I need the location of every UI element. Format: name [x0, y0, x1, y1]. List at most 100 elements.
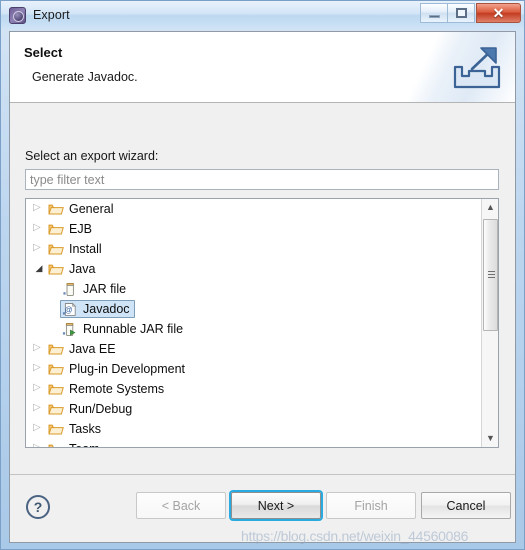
dialog-footer: ? < Back Next > Finish Cancel [10, 474, 515, 542]
tree-vertical-scrollbar[interactable]: ▲ ▼ [481, 199, 498, 447]
tree-item-label: Javadoc [83, 302, 130, 316]
scroll-up-button[interactable]: ▲ [482, 199, 498, 216]
minimize-button[interactable] [420, 3, 448, 23]
folder-icon [48, 202, 64, 216]
export-wizard-window: Export ✕ Select Generate Javadoc. Select… [0, 0, 525, 550]
select-wizard-label: Select an export wizard: [25, 149, 159, 163]
wizard-banner: Select Generate Javadoc. [10, 32, 515, 103]
tree-item-run-debug[interactable]: Run/Debug [26, 399, 481, 419]
expand-arrow-right-icon[interactable] [32, 341, 46, 356]
page-title: Select [24, 45, 63, 60]
tree-item-content[interactable]: Run/Debug [46, 400, 137, 418]
tree-item-label: Team [69, 441, 100, 447]
dialog-body: Select an export wizard: General EJB Insta… [10, 103, 515, 476]
minimize-icon [428, 14, 440, 18]
tree-item-java[interactable]: Java [26, 259, 481, 279]
runnable-jar-icon [62, 322, 78, 337]
tree-item-content[interactable]: Runnable JAR file [60, 320, 188, 338]
javadoc-icon: @ [62, 302, 78, 316]
tree-item-java-ee[interactable]: Java EE [26, 339, 481, 359]
next-button-label: Next > [257, 498, 295, 513]
close-button[interactable]: ✕ [476, 3, 521, 23]
folder-icon [48, 422, 64, 436]
tree-item-label: EJB [69, 222, 92, 236]
tree-item-jar-file[interactable]: JAR file [26, 279, 481, 299]
tree-item-general[interactable]: General [26, 199, 481, 219]
tree-item-label: Runnable JAR file [83, 322, 184, 336]
finish-button-label: Finish [354, 498, 388, 513]
folder-icon [48, 222, 64, 236]
expand-arrow-right-icon[interactable] [32, 381, 46, 396]
back-button[interactable]: < Back [136, 492, 226, 519]
caption-buttons: ✕ [420, 3, 521, 23]
tree-item-remote-systems[interactable]: Remote Systems [26, 379, 481, 399]
page-description: Generate Javadoc. [32, 70, 138, 84]
tree-item-content[interactable]: Team [46, 440, 105, 447]
tree-item-runnable-jar-file[interactable]: Runnable JAR file [26, 319, 481, 339]
scrollbar-thumb[interactable] [483, 219, 498, 331]
tree-item-label: Java [69, 262, 96, 276]
tree-item-content[interactable]: @ Javadoc [60, 300, 135, 318]
tree-item-content[interactable]: Install [46, 240, 107, 258]
folder-icon [48, 342, 64, 356]
svg-text:@: @ [65, 305, 73, 314]
tree-item-content[interactable]: Tasks [46, 420, 106, 438]
tree-item-content[interactable]: JAR file [60, 280, 131, 298]
folder-icon [48, 442, 64, 447]
tree-item-plug-in-development[interactable]: Plug-in Development [26, 359, 481, 379]
dialog-client-area: Select Generate Javadoc. Select an expor… [9, 31, 516, 543]
tree-item-label: JAR file [83, 282, 127, 296]
tree-item-content[interactable]: Plug-in Development [46, 360, 190, 378]
tree-item-javadoc[interactable]: @ Javadoc [26, 299, 481, 319]
expand-arrow-down-icon[interactable] [32, 262, 46, 276]
folder-icon [48, 242, 64, 256]
tree-item-label: Run/Debug [69, 402, 133, 416]
tree-item-install[interactable]: Install [26, 239, 481, 259]
tree-item-content[interactable]: EJB [46, 220, 97, 238]
close-icon: ✕ [492, 5, 505, 21]
tree-item-label: Plug-in Development [69, 362, 186, 376]
tree-item-label: Install [69, 242, 102, 256]
maximize-icon [455, 8, 467, 18]
expand-arrow-right-icon[interactable] [32, 441, 46, 447]
help-button[interactable]: ? [26, 495, 50, 519]
cancel-button-label: Cancel [446, 498, 486, 513]
folder-icon [48, 402, 64, 416]
tree-item-ejb[interactable]: EJB [26, 219, 481, 239]
window-title: Export [33, 8, 70, 22]
cancel-button[interactable]: Cancel [421, 492, 511, 519]
folder-icon [48, 262, 64, 276]
next-button[interactable]: Next > [231, 492, 321, 519]
expand-arrow-right-icon[interactable] [32, 401, 46, 416]
tree-item-team[interactable]: Team [26, 439, 481, 447]
tree-item-tasks[interactable]: Tasks [26, 419, 481, 439]
back-button-label: < Back [161, 498, 201, 513]
scroll-down-button[interactable]: ▼ [482, 430, 498, 447]
expand-arrow-right-icon[interactable] [32, 421, 46, 436]
tree-item-content[interactable]: Java [46, 260, 100, 278]
chevron-up-icon: ▲ [486, 202, 495, 212]
expand-arrow-right-icon[interactable] [32, 241, 46, 256]
finish-button[interactable]: Finish [326, 492, 416, 519]
expand-arrow-right-icon[interactable] [32, 221, 46, 236]
export-wizard-tree[interactable]: General EJB Install Java JAR file @ Javadoc Run… [25, 198, 499, 448]
filter-text-input[interactable] [25, 169, 499, 190]
tree-item-label: Tasks [69, 422, 101, 436]
tree-row-container: General EJB Install Java JAR file @ Javadoc Run… [26, 199, 481, 447]
title-bar[interactable]: Export ✕ [1, 1, 524, 29]
question-mark-icon: ? [33, 499, 43, 515]
expand-arrow-right-icon[interactable] [32, 361, 46, 376]
tree-item-content[interactable]: General [46, 200, 118, 218]
jar-file-icon [62, 282, 78, 297]
tree-item-label: General [69, 202, 114, 216]
eclipse-export-gear-icon [9, 6, 26, 24]
maximize-button[interactable] [447, 3, 475, 23]
folder-icon [48, 362, 64, 376]
tree-viewport: General EJB Install Java JAR file @ Javadoc Run… [26, 199, 481, 447]
tree-item-label: Java EE [69, 342, 116, 356]
tree-item-content[interactable]: Remote Systems [46, 380, 169, 398]
tree-item-content[interactable]: Java EE [46, 340, 121, 358]
tree-item-label: Remote Systems [69, 382, 165, 396]
chevron-down-icon: ▼ [486, 433, 495, 443]
expand-arrow-right-icon[interactable] [32, 201, 46, 216]
